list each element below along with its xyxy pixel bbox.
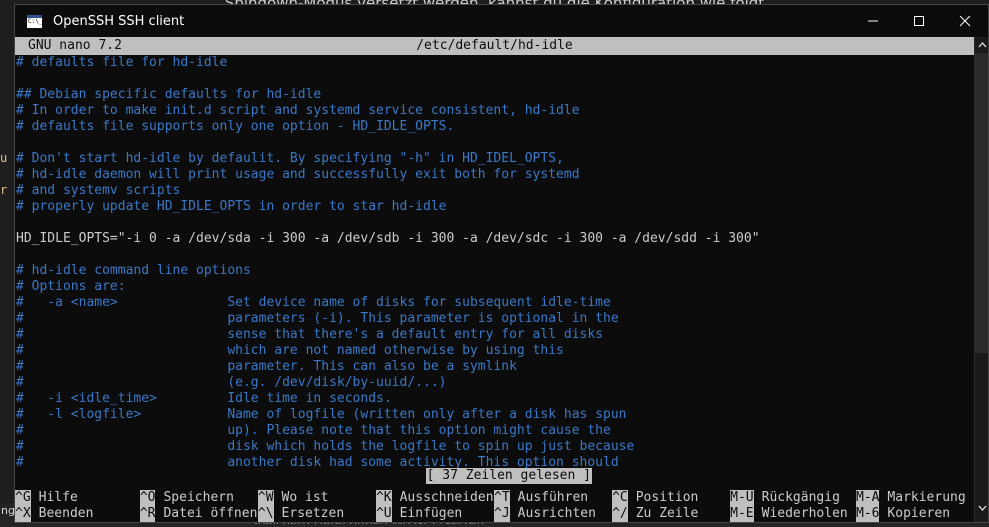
nano-shortcut-hilfe[interactable]: ^G Hilfe bbox=[15, 490, 140, 506]
console-icon: C:\_ bbox=[26, 13, 43, 29]
nano-line: ## Debian specific defaults for hd-idle bbox=[16, 87, 322, 102]
console-icon-prompt: C:\_ bbox=[28, 17, 43, 25]
shortcut-key: ^O bbox=[139, 490, 156, 506]
window-controls bbox=[850, 5, 988, 37]
nano-line: # sense that there's a default entry for… bbox=[16, 327, 603, 342]
window-titlebar[interactable]: C:\_ OpenSSH SSH client bbox=[15, 5, 988, 37]
nano-title-bar: GNU nano 7.2 /etc/default/hd-idle bbox=[15, 37, 974, 55]
nano-shortcut-row-2: ^X Beenden ^R Datei öffnen ^\ Ersetzen ^U Einfü… bbox=[15, 506, 974, 522]
background-left-fragments: u r bbox=[0, 150, 10, 198]
nano-shortcut-einf-gen[interactable]: ^U Einfügen bbox=[375, 506, 494, 522]
shortcut-label: Wiederholen bbox=[761, 506, 848, 521]
nano-shortcut-markierung[interactable]: M-A Markierung bbox=[855, 490, 974, 506]
nano-line: # Don't start hd-idle by defaulit. By sp… bbox=[16, 151, 564, 166]
shortcut-key: ^T bbox=[494, 490, 510, 506]
background-fragment-u: u bbox=[0, 151, 8, 165]
shortcut-key: ^W bbox=[257, 490, 274, 506]
shortcut-key: ^G bbox=[15, 490, 31, 506]
nano-line: # defaults file for hd-idle bbox=[16, 55, 228, 70]
shortcut-label: Einfügen bbox=[399, 506, 463, 521]
nano-editor: GNU nano 7.2 /etc/default/hd-idle # defa… bbox=[15, 37, 988, 522]
minimize-icon[interactable] bbox=[850, 5, 896, 37]
nano-line: # properly update HD_IDLE_OPTS in order … bbox=[16, 199, 447, 214]
chevron-down-icon[interactable] bbox=[975, 500, 988, 516]
nano-text-area[interactable]: # defaults file for hd-idle ## Debian sp… bbox=[15, 55, 974, 484]
nano-shortcut-wiederholen[interactable]: M-E Wiederholen bbox=[730, 506, 856, 522]
shortcut-key: ^R bbox=[139, 506, 156, 522]
background-fragment-spacer bbox=[0, 166, 10, 182]
window-title: OpenSSH SSH client bbox=[53, 13, 185, 29]
shortcut-key: M-A bbox=[855, 490, 880, 506]
nano-line: # -a <name> Set device name of disks for… bbox=[16, 295, 611, 310]
shortcut-label: Markierung bbox=[887, 490, 966, 505]
shortcut-label: Wo ist bbox=[281, 490, 329, 505]
shortcut-label: Hilfe bbox=[38, 490, 78, 505]
shortcut-label: Beenden bbox=[38, 506, 94, 521]
shortcut-label: Ausschneiden bbox=[399, 490, 494, 505]
nano-filename-label: /etc/default/hd-idle bbox=[416, 38, 573, 53]
nano-line: # -i <idle_time> Idle time in seconds. bbox=[16, 391, 392, 406]
maximize-icon[interactable] bbox=[896, 5, 942, 37]
nano-line: HD_IDLE_OPTS="-i 0 -a /dev/sda -i 300 -a… bbox=[16, 231, 760, 246]
nano-line: # up). Please note that this option migh… bbox=[16, 423, 611, 438]
background-fragment-r: r bbox=[0, 183, 8, 197]
nano-shortcut-row-1: ^G Hilfe ^O Speichern ^W Wo ist ^K Ausschneiden… bbox=[15, 490, 974, 506]
nano-line: # defaults file supports only one option… bbox=[16, 119, 455, 134]
nano-status-message: [ 37 Zeilen gelesen ] bbox=[425, 468, 592, 484]
shortcut-label: Speichern bbox=[163, 490, 234, 505]
nano-shortcut-kopieren[interactable]: M-6 Kopieren bbox=[855, 506, 974, 522]
nano-shortcut-beenden[interactable]: ^X Beenden bbox=[15, 506, 140, 522]
nano-line: # Options are: bbox=[16, 279, 126, 294]
nano-line: # hd-idle command line options bbox=[16, 263, 251, 278]
nano-line bbox=[15, 247, 974, 263]
nano-line: # hd-idle daemon will print usage and su… bbox=[16, 167, 580, 182]
shortcut-label: Datei öffnen bbox=[163, 506, 258, 521]
nano-shortcut-ausf-hren[interactable]: ^T Ausführen bbox=[494, 490, 612, 506]
nano-shortcut-ausschneiden[interactable]: ^K Ausschneiden bbox=[375, 490, 494, 506]
shortcut-key: M-E bbox=[730, 506, 754, 522]
nano-shortcut-speichern[interactable]: ^O Speichern bbox=[139, 490, 258, 506]
nano-shortcut-datei-ffnen[interactable]: ^R Datei öffnen bbox=[139, 506, 258, 522]
shortcut-label: Ausführen bbox=[517, 490, 589, 505]
nano-shortcut-wo-ist[interactable]: ^W Wo ist bbox=[257, 490, 376, 506]
nano-line: # which are not named otherwise by using… bbox=[16, 343, 564, 358]
nano-shortcut-position[interactable]: ^C Position bbox=[612, 490, 730, 506]
nano-shortcut-r-ckg-ngig[interactable]: M-U Rückgängig bbox=[730, 490, 856, 506]
shortcut-key: M-U bbox=[730, 490, 754, 506]
nano-line: # -l <logfile> Name of logfile (written … bbox=[16, 407, 627, 422]
shortcut-label: Ausrichten bbox=[517, 506, 596, 521]
nano-line bbox=[15, 215, 974, 231]
nano-line bbox=[15, 135, 974, 151]
shortcut-key: ^\ bbox=[257, 506, 274, 522]
nano-line bbox=[15, 71, 974, 87]
chevron-up-icon[interactable] bbox=[975, 37, 988, 53]
nano-line: # (e.g. /dev/disk/by-uuid/...) bbox=[16, 375, 447, 390]
shortcut-label: Kopieren bbox=[887, 506, 951, 521]
nano-line: # parameter. This can also be a symlink bbox=[16, 359, 517, 374]
shortcut-key: M-6 bbox=[855, 506, 880, 522]
nano-line: # and systemv scripts bbox=[16, 183, 181, 198]
shortcut-key: ^K bbox=[375, 490, 392, 506]
shortcut-key: ^J bbox=[494, 506, 510, 522]
background-bottom-label: ng bbox=[1, 504, 15, 517]
shortcut-label: Rückgängig bbox=[761, 490, 840, 505]
shortcut-key: ^U bbox=[375, 506, 392, 522]
nano-line: # disk which holds the logfile to spin u… bbox=[16, 439, 635, 454]
close-icon[interactable] bbox=[942, 5, 988, 37]
terminal-scrollbar-thumb[interactable] bbox=[975, 53, 988, 353]
shortcut-key: ^X bbox=[15, 506, 31, 522]
shortcut-label: Zu Zeile bbox=[635, 506, 699, 521]
nano-line: # parameters (-i). This parameter is opt… bbox=[16, 311, 619, 326]
shortcut-label: Position bbox=[635, 490, 699, 505]
terminal-scrollbar[interactable] bbox=[974, 37, 988, 522]
nano-line: # In order to make init.d script and sys… bbox=[16, 103, 580, 118]
shortcut-key: ^/ bbox=[612, 506, 628, 522]
nano-shortcut-ausrichten[interactable]: ^J Ausrichten bbox=[494, 506, 612, 522]
nano-shortcut-zu-zeile[interactable]: ^/ Zu Zeile bbox=[612, 506, 730, 522]
shortcut-key: ^C bbox=[612, 490, 628, 506]
nano-shortcut-bar: ^G Hilfe ^O Speichern ^W Wo ist ^K Ausschneiden… bbox=[15, 489, 974, 522]
nano-shortcut-ersetzen[interactable]: ^\ Ersetzen bbox=[257, 506, 376, 522]
shortcut-label: Ersetzen bbox=[281, 506, 345, 521]
openssh-window: C:\_ OpenSSH SSH client GNU nano 7.2 /et… bbox=[14, 4, 989, 523]
